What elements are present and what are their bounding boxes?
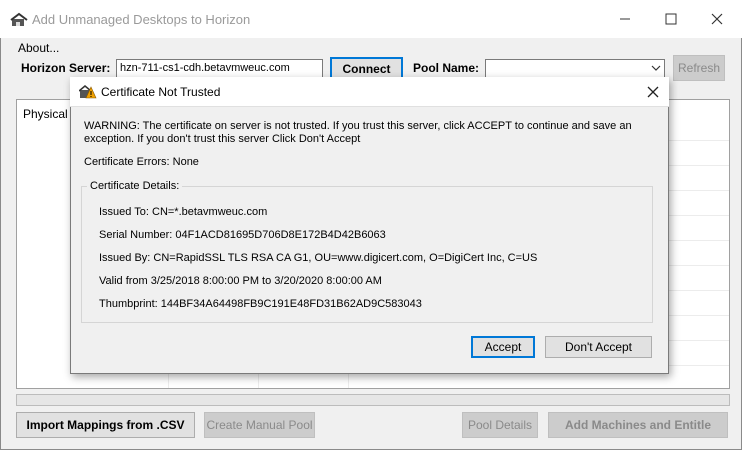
grid-divider xyxy=(669,290,729,291)
app-icon xyxy=(10,12,28,28)
serial-number: Serial Number: 04F1ACD81695D706D8E172B4D… xyxy=(99,229,386,241)
grid-divider xyxy=(669,315,729,316)
thumbprint: Thumbprint: 144BF34A64498FB9C191E48FD31B… xyxy=(99,298,422,310)
grid-divider xyxy=(258,373,259,388)
grid-divider xyxy=(669,265,729,266)
issued-by: Issued By: CN=RapidSSL TLS RSA CA G1, OU… xyxy=(99,252,538,264)
dialog-title: Certificate Not Trusted xyxy=(101,85,221,99)
pool-name-select[interactable] xyxy=(485,59,665,78)
grid-divider xyxy=(669,240,729,241)
grid-divider xyxy=(669,140,729,141)
warning-text: WARNING: The certificate on server is no… xyxy=(84,120,632,132)
grid-divider xyxy=(669,190,729,191)
window-title: Add Unmanaged Desktops to Horizon xyxy=(32,12,251,27)
close-button[interactable] xyxy=(694,0,740,38)
dont-accept-button[interactable]: Don't Accept xyxy=(545,336,652,358)
dialog-close-icon xyxy=(647,86,659,98)
import-mappings-button[interactable]: Import Mappings from .CSV xyxy=(16,412,195,438)
minimize-button[interactable] xyxy=(602,0,648,38)
dialog-close-button[interactable] xyxy=(640,80,666,104)
grid-divider xyxy=(669,215,729,216)
certificate-details-legend: Certificate Details: xyxy=(87,180,183,192)
warning-icon xyxy=(78,84,97,100)
progress-bar xyxy=(16,394,730,406)
certificate-errors: Certificate Errors: None xyxy=(84,156,199,168)
server-input[interactable]: hzn-711-cs1-cdh.betavmweuc.com xyxy=(116,59,323,78)
grid-divider xyxy=(348,373,349,388)
minimize-icon xyxy=(620,18,630,20)
close-icon xyxy=(711,13,723,25)
accept-button[interactable]: Accept xyxy=(471,336,535,358)
add-machines-button[interactable]: Add Machines and Entitle xyxy=(548,412,728,438)
maximize-icon xyxy=(665,13,677,25)
maximize-button[interactable] xyxy=(648,0,694,38)
refresh-button[interactable]: Refresh xyxy=(673,55,725,81)
pool-name-label: Pool Name: xyxy=(413,61,480,75)
grid-divider xyxy=(669,340,729,341)
warning-text-cont: exception. If you don't trust this serve… xyxy=(84,133,361,145)
create-manual-pool-button[interactable]: Create Manual Pool xyxy=(204,412,315,438)
server-label: Horizon Server: xyxy=(21,61,111,75)
pool-details-button[interactable]: Pool Details xyxy=(462,412,538,438)
grid-divider xyxy=(168,373,169,388)
grid-divider xyxy=(669,165,729,166)
issued-to: Issued To: CN=*.betavmweuc.com xyxy=(99,206,268,218)
menu-about[interactable]: About... xyxy=(18,41,59,55)
grid-divider xyxy=(669,365,729,366)
chevron-down-icon xyxy=(651,65,661,71)
validity-period: Valid from 3/25/2018 8:00:00 PM to 3/20/… xyxy=(99,275,382,287)
